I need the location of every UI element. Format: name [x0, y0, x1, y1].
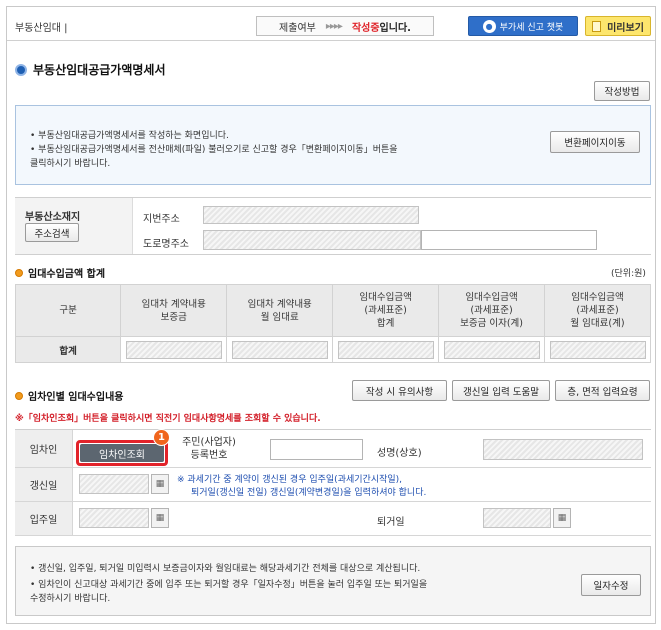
info-line-1: • 부동산임대공급가액명세서를 작성하는 화면입니다. [30, 131, 229, 141]
tenant-section-title: 임차인별 임대수입내용 [15, 388, 123, 403]
preview-label: 미리보기 [607, 22, 644, 34]
address-section-label: 부동산소재지 [25, 212, 81, 223]
id-label-line-2: 등록번호 [190, 450, 228, 461]
chatbot-icon: ● [482, 19, 496, 33]
address-search-button[interactable]: 주소검색 [25, 223, 79, 242]
calendar-icon[interactable]: ▦ [151, 508, 169, 528]
breadcrumb: 부동산임대 | [15, 23, 68, 34]
floor-area-help-button[interactable]: 층, 면적 입력요령 [555, 380, 650, 401]
total-interest-cell [438, 336, 545, 363]
move-in-date-input [79, 508, 149, 528]
submit-state: 작성중 [351, 22, 380, 34]
id-number-input[interactable] [270, 439, 363, 460]
unit-label: (단위:원) [611, 269, 646, 279]
bottom-info-box: • 갱신일, 입주일, 퇴거일 미입력시 보증금이자와 월임대료는 해당과세기간… [15, 546, 651, 616]
bottom-line-2: • 임차인이 신고대상 과세기간 중에 입주 또는 퇴거할 경우「일자수정」버튼… [30, 580, 428, 590]
id-number-label: 주민(사업자) 등록번호 [177, 436, 241, 462]
road-address-detail-input[interactable] [421, 230, 597, 250]
renewal-note-1: ※ 과세기간 중 계약이 갱신된 경우 입주일(과세기간시작일), [177, 475, 403, 485]
move-dates-row: 입주일 ▦ 퇴거일 ▦ [15, 502, 651, 536]
convert-page-button[interactable]: 변환페이지이동 [550, 131, 640, 153]
arrows-icon: ▸▸▸▸ [325, 20, 343, 32]
info-box: • 부동산임대공급가액명세서를 작성하는 화면입니다. • 부동산임대공급가액명… [15, 105, 651, 185]
header-monthly-rent: 임대차 계약내용 월 임대료 [226, 284, 334, 337]
summary-total-row: 합계 [14, 336, 651, 363]
renewal-row: 갱신일 ▦ ※ 과세기간 중 계약이 갱신된 경우 입주일(과세기간시작일), … [15, 468, 651, 502]
header-monthly-total: 임대수입금액 (과세표준) 월 임대료(계) [544, 284, 651, 337]
header-total: 임대수입금액 (과세표준) 합계 [332, 284, 440, 337]
preview-button[interactable]: 미리보기 [585, 16, 651, 36]
page-title: 부동산임대공급가액명세서 [15, 61, 165, 78]
summary-title-text: 임대수입금액 합계 [28, 269, 106, 280]
address-section: 부동산소재지 주소검색 지번주소 도로명주소 [15, 197, 651, 255]
name-input [483, 439, 643, 460]
total-deposit-cell [120, 336, 228, 363]
title-bullet-icon [15, 63, 27, 76]
move-out-date-input [483, 508, 551, 528]
total-row-label: 합계 [14, 336, 122, 363]
bottom-line-3: 수정하시기 바랍니다. [30, 594, 111, 604]
move-in-label: 입주일 [15, 502, 73, 535]
lookup-notice: ※「임차인조회」버튼을 클릭하시면 직전기 임대사항명세를 조회할 수 있습니다… [15, 414, 321, 424]
move-out-label: 퇴거일 [377, 517, 405, 528]
total-sum-cell [332, 336, 440, 363]
renewal-help-button[interactable]: 갱신일 입력 도움말 [452, 380, 550, 401]
calendar-icon[interactable]: ▦ [553, 508, 571, 528]
writing-notes-button[interactable]: 작성 시 유의사항 [352, 380, 447, 401]
jibun-address-input [203, 206, 419, 224]
header-deposit: 임대차 계약내용 보증금 [120, 284, 228, 337]
how-to-button[interactable]: 작성방법 [594, 81, 650, 101]
header-deposit-interest: 임대수입금액 (과세표준) 보증금 이자(계) [438, 284, 545, 337]
total-rent-cell [226, 336, 334, 363]
road-address-label: 도로명주소 [143, 239, 189, 250]
name-label: 성명(상호) [377, 448, 422, 459]
date-edit-button[interactable]: 일자수정 [581, 574, 641, 596]
summary-table: 구분 임대차 계약내용 보증금 임대차 계약내용 월 임대료 임대수입금액 (과세표준… [14, 284, 651, 363]
submit-label: 제출여부 [279, 22, 316, 34]
header-category: 구분 [14, 284, 122, 337]
section-bullet-icon [15, 268, 23, 277]
tenant-label: 임차인 [15, 430, 73, 467]
main-frame: 부동산임대 | 제출여부 ▸▸▸▸ 작성중 입니다. ● 부가세 신고 챗봇 미… [6, 6, 656, 624]
address-label-column: 부동산소재지 주소검색 [15, 198, 133, 254]
tenant-lookup-label: 임차인조회 [80, 444, 164, 462]
total-monthly-cell [544, 336, 651, 363]
renewal-label: 갱신일 [15, 468, 73, 501]
page-title-text: 부동산임대공급가액명세서 [33, 63, 166, 77]
vat-chatbot-label: 부가세 신고 챗봇 [499, 22, 564, 33]
submit-status: 제출여부 ▸▸▸▸ 작성중 입니다. [256, 16, 434, 36]
id-label-line-1: 주민(사업자) [182, 437, 236, 448]
tenant-lookup-button[interactable]: 임차인조회 [76, 440, 168, 466]
tenant-title-text: 임차인별 임대수입내용 [28, 392, 124, 403]
summary-header-row: 구분 임대차 계약내용 보증금 임대차 계약내용 월 임대료 임대수입금액 (과세표준… [14, 284, 651, 337]
section-bullet-icon [15, 391, 23, 400]
bottom-line-1: • 갱신일, 입주일, 퇴거일 미입력시 보증금이자와 월임대료는 해당과세기간… [30, 564, 421, 574]
info-line-2: • 부동산임대공급가액명세서를 전산매체(파일) 불러오기로 신고할 경우「변환… [30, 145, 398, 155]
vat-chatbot-button[interactable]: ● 부가세 신고 챗봇 [468, 16, 578, 36]
document-icon [592, 20, 602, 32]
renewal-note-2: 퇴거일(갱신일 전일) 갱신일(계약변경일)을 입력하셔야 합니다. [191, 488, 427, 498]
renewal-date-input [79, 474, 149, 494]
calendar-icon[interactable]: ▦ [151, 474, 169, 494]
submit-state-suffix: 입니다. [379, 22, 411, 34]
road-address-input [203, 230, 421, 250]
summary-section-title: 임대수입금액 합계 [15, 265, 105, 280]
top-bar: 부동산임대 | 제출여부 ▸▸▸▸ 작성중 입니다. ● 부가세 신고 챗봇 미… [7, 7, 655, 41]
step-badge: 1 [153, 429, 170, 446]
info-line-3: 클릭하시기 바랍니다. [30, 159, 111, 169]
jibun-address-label: 지번주소 [143, 214, 180, 225]
